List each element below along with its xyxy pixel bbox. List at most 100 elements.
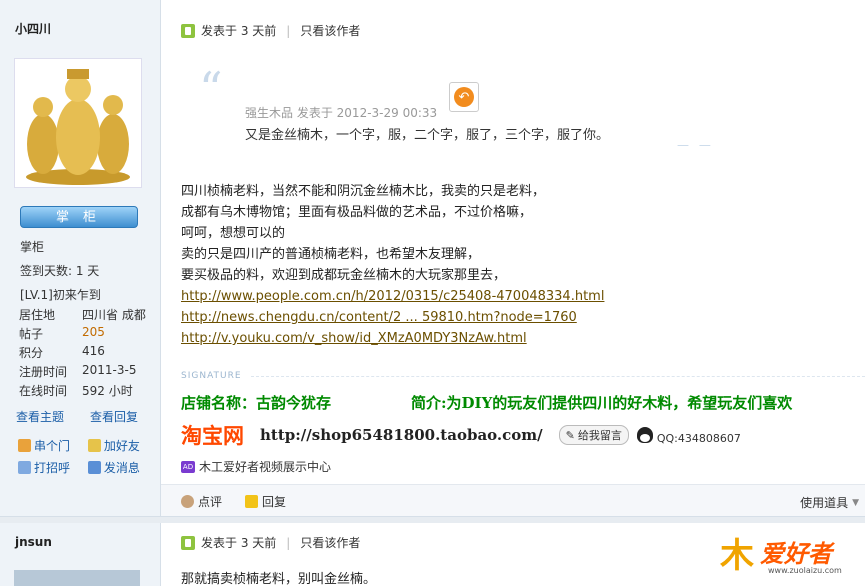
envelope-icon	[87, 460, 101, 474]
meta-separator: |	[286, 535, 291, 550]
site-watermark: 木 爱好者 www.zuolaizu.com	[720, 528, 858, 578]
post-meta: 发表于 3 天前 | 只看该作者	[181, 22, 360, 39]
message-icon: ✎	[565, 428, 575, 442]
watermark-char: 木	[720, 536, 754, 576]
stat-row: 居住地 四川省 成都	[19, 306, 146, 325]
back-arrow-icon: ↶	[454, 87, 474, 107]
stat-key: 帖子	[19, 327, 44, 341]
reply-button[interactable]: 回复	[245, 493, 286, 510]
quote-header: 强生木品 发表于 2012-3-29 00:33	[245, 104, 437, 121]
friend-icon	[87, 438, 101, 452]
quote-open-icon: “	[199, 62, 223, 116]
signature-shop-row: 淘宝网 http://shop65481800.taobao.com/ ✎ 给我留…	[181, 420, 741, 450]
add-friend-label: 加好友	[103, 438, 140, 453]
avatar[interactable]	[14, 570, 140, 586]
user-actions: 串个门 加好友 打招呼 发消息	[18, 434, 158, 478]
author-only-link[interactable]: 只看该作者	[300, 22, 360, 39]
signin-days: 签到天数: 1 天	[20, 264, 100, 278]
post-time: 发表于 3 天前	[201, 536, 277, 550]
shop-intro: 简介:为DIY的玩友们提供四川的好木料，希望玩友们喜欢	[411, 394, 793, 412]
stat-value: 2011-3-5	[82, 363, 137, 377]
greet-button[interactable]: 打招呼	[18, 456, 84, 478]
message-button[interactable]: 发消息	[87, 456, 154, 478]
shop-name: 店铺名称：古韵今犹存	[181, 394, 332, 412]
greet-icon	[18, 460, 31, 474]
visit-button[interactable]: 串个门	[18, 434, 84, 456]
author-only-link[interactable]: 只看该作者	[300, 534, 360, 551]
message-label: 发消息	[103, 460, 140, 475]
content-link[interactable]: http://news.chengdu.cn/content/2 ... 598…	[181, 310, 577, 325]
author-name[interactable]: 小四川	[15, 20, 51, 37]
content-line: 卖的只是四川产的普通桢楠老料，也希望木友理解，	[181, 247, 481, 262]
content-line: 成都有乌木博物馆；里面有极品料做的艺术品，不过价格嘛，	[181, 205, 533, 220]
quote-time: 发表于 2012-3-29 00:33	[296, 106, 438, 120]
quote-close-icon: — —	[677, 138, 714, 152]
stat-row: 积分 416	[19, 344, 146, 363]
post-body: 四川桢楠老料，当然不能和阴沉金丝楠木比，我卖的只是老料， 成都有乌木博物馆；里面…	[181, 181, 604, 349]
rate-button[interactable]: 点评	[181, 493, 222, 510]
post-divider	[0, 516, 865, 523]
stat-key: 在线时间	[19, 384, 68, 398]
stat-key: 积分	[19, 346, 44, 360]
video-center-row: AD 木工爱好者视频展示中心	[181, 458, 331, 475]
post-content: 发表于 3 天前 | 只看该作者 “ 强生木品 发表于 2012-3-29 00…	[161, 0, 865, 586]
online-status-icon	[181, 535, 195, 550]
video-center-link[interactable]: 木工爱好者视频展示中心	[199, 458, 331, 475]
content-line: 呵呵，想想可以的	[181, 226, 286, 241]
jump-to-quote-button[interactable]: ↶	[449, 82, 479, 112]
tools-label: 使用道具	[800, 496, 849, 510]
rate-icon	[181, 495, 194, 508]
stat-row: 在线时间 592 小时	[19, 382, 146, 401]
stat-value: 416	[82, 344, 105, 358]
stat-row: 注册时间 2011-3-5	[19, 363, 146, 382]
stat-value: 四川省 成都	[82, 308, 146, 322]
home-icon	[18, 438, 31, 452]
user-level[interactable]: [LV.1]初来乍到	[20, 286, 101, 303]
content-line: 四川桢楠老料，当然不能和阴沉金丝楠木比，我卖的只是老料，	[181, 184, 546, 199]
watermark-text: 爱好者	[760, 539, 832, 568]
online-status-icon	[181, 23, 195, 38]
content-line: 要买极品的料，欢迎到成都玩金丝楠木的大玩家那里去，	[181, 268, 507, 283]
greet-label: 打招呼	[34, 460, 71, 475]
leave-message-label: 给我留言	[577, 429, 622, 442]
rank-text: 掌柜	[20, 240, 45, 254]
stat-key: 注册时间	[19, 365, 68, 379]
stat-value[interactable]: 205	[82, 325, 105, 344]
rate-label: 点评	[198, 495, 223, 509]
watermark-url: www.zuolaizu.com	[768, 566, 842, 575]
meta-separator: |	[286, 23, 291, 38]
rank-badge: 掌柜	[20, 206, 138, 228]
use-tools-menu[interactable]: 使用道具 ▼	[800, 494, 859, 511]
user-links: 查看主题 查看回复	[16, 408, 138, 425]
user-stats: 居住地 四川省 成都 帖子 205 积分 416 注册时间 2011-3-5 在线时间 5…	[19, 306, 146, 401]
signature-label: SIGNATURE	[181, 371, 242, 381]
stat-value: 592 小时	[82, 384, 133, 398]
post-actions-bar: 点评 回复 使用道具 ▼	[161, 484, 865, 517]
taobao-logo[interactable]: 淘宝网	[181, 420, 244, 450]
post-meta: 发表于 3 天前 | 只看该作者	[181, 534, 360, 551]
post-time: 发表于 3 天前	[201, 24, 277, 38]
reply-label: 回复	[262, 495, 287, 509]
signature-divider	[251, 376, 865, 377]
add-friend-button[interactable]: 加好友	[87, 434, 154, 456]
reply-icon	[245, 495, 258, 508]
view-replies-link[interactable]: 查看回复	[90, 408, 138, 425]
quote-text: 又是金丝楠木，一个字，服，二个字，服了，三个字，服了你。	[245, 128, 610, 143]
content-link[interactable]: http://v.youku.com/v_show/id_XMzA0MDY3Nz…	[181, 331, 527, 346]
post-body: 那就搞卖桢楠老料，别叫金丝楠。	[181, 572, 377, 587]
leave-message-button[interactable]: ✎ 给我留言	[558, 425, 629, 445]
stat-row: 帖子 205	[19, 325, 146, 344]
chevron-down-icon: ▼	[852, 497, 859, 508]
author-sidebar: 小四川 掌柜 掌柜 签到天数: 1 天 [LV.1]初来乍到 居住地 四川省 成都…	[0, 0, 161, 586]
shop-url-link[interactable]: http://shop65481800.taobao.com/	[260, 426, 543, 444]
avatar[interactable]	[14, 58, 142, 188]
visit-label: 串个门	[34, 438, 71, 453]
quote-author: 强生木品	[245, 106, 294, 120]
qq-number: QQ:434808607	[656, 431, 741, 445]
view-topics-link[interactable]: 查看主题	[16, 408, 64, 425]
author-name[interactable]: jnsun	[15, 535, 52, 549]
qq-icon[interactable]	[636, 427, 653, 443]
stat-key: 居住地	[19, 308, 56, 322]
content-link[interactable]: http://www.people.com.cn/h/2012/0315/c25…	[181, 289, 604, 304]
ad-icon: AD	[181, 460, 195, 473]
